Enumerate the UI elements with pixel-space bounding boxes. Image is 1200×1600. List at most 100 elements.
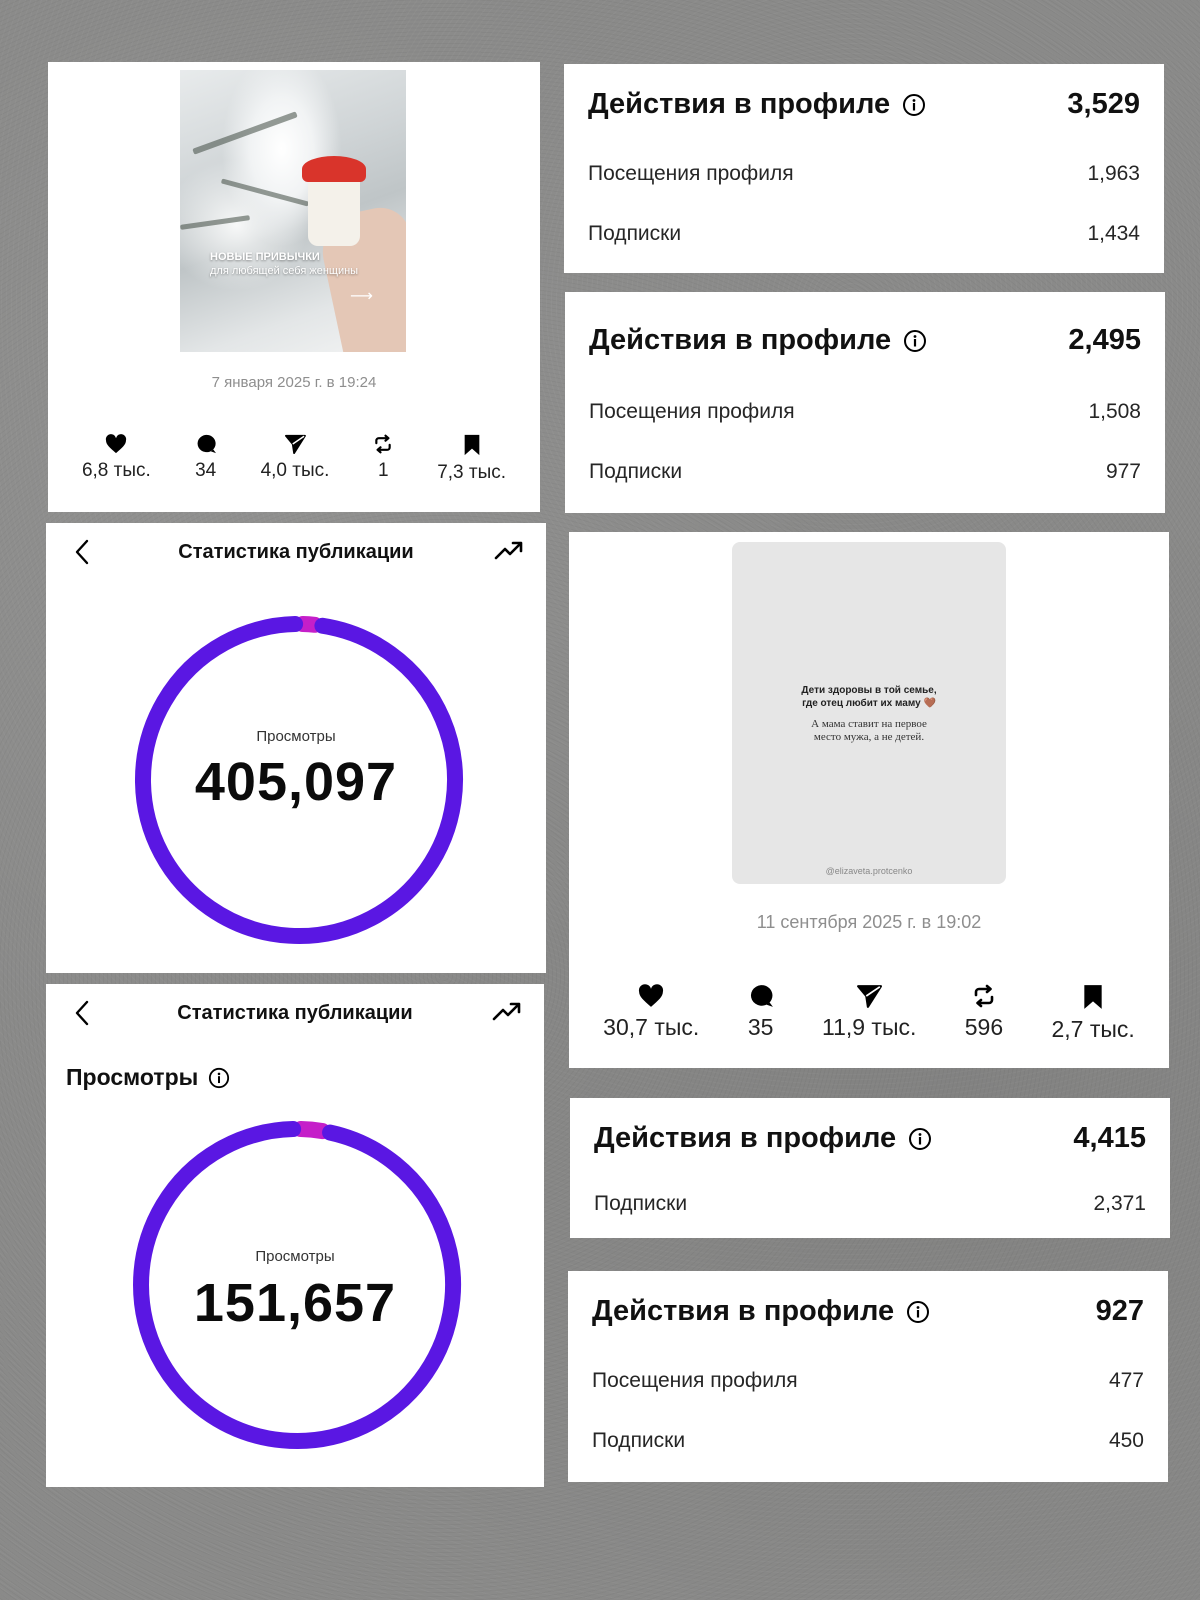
stats-header: Статистика публикации (46, 523, 546, 579)
trending-up-icon[interactable] (492, 1000, 522, 1022)
views-accent-segment (292, 1121, 331, 1140)
stats-title: Статистика публикации (178, 541, 414, 563)
shares-metric[interactable]: 11,9 тыс. (822, 984, 916, 1043)
quote-line-2: где отец любит их маму 🤎 (802, 698, 936, 709)
likes-metric[interactable]: 30,7 тыс. (603, 984, 699, 1043)
profile-actions-total: 3,529 (1067, 88, 1140, 120)
profile-actions-header: Действия в профиле 927 (592, 1295, 1144, 1328)
profile-visits-value: 477 (1108, 1369, 1144, 1392)
post-metrics: 30,7 тыс. 35 11,9 тыс. 596 2,7 тыс. (569, 984, 1169, 1043)
reposts-count: 1 (378, 460, 389, 481)
profile-actions-header: Действия в профиле 4,415 (594, 1122, 1146, 1155)
views-total: 151,657 (193, 1273, 397, 1333)
profile-actions-title-wrap: Действия в профиле (592, 1295, 930, 1328)
follows-row: Подписки 1,434 (588, 222, 1140, 246)
profile-actions-title-wrap: Действия в профиле (589, 324, 927, 357)
repost-icon (375, 434, 392, 454)
profile-actions-total: 927 (1095, 1295, 1144, 1327)
comments-count: 35 (747, 1014, 774, 1040)
profile-visits-label: Посещения профиля (588, 162, 794, 185)
profile-actions-card-1: Действия в профиле 3,529 Посещения профи… (564, 64, 1164, 273)
views-accent-segment (294, 616, 323, 633)
profile-actions-header: Действия в профиле 2,495 (589, 324, 1141, 357)
likes-count: 6,8 тыс. (81, 460, 151, 481)
profile-actions-title: Действия в профиле (592, 1295, 895, 1327)
follows-label: Подписки (592, 1429, 686, 1452)
profile-actions-card-4: Действия в профиле 927 Посещения профиля… (568, 1271, 1168, 1482)
quote-line-1: Дети здоровы в той семье, (801, 685, 937, 696)
shares-metric[interactable]: 4,0 тыс. (261, 434, 329, 484)
follows-value: 2,371 (1093, 1192, 1146, 1215)
post-thumbnail[interactable]: Дети здоровы в той семье, где отец любит… (732, 542, 1006, 884)
bookmark-icon (1084, 985, 1102, 1009)
quote-line-4: место мужа, а не детей. (813, 731, 925, 743)
likes-metric[interactable]: 6,8 тыс. (82, 434, 151, 484)
views-total: 405,097 (194, 752, 398, 812)
comments-metric[interactable]: 34 (195, 434, 217, 484)
reposts-count: 596 (964, 1014, 1004, 1040)
likes-count: 30,7 тыс. (603, 1014, 700, 1040)
send-icon (857, 985, 883, 1008)
trending-up-icon[interactable] (494, 539, 524, 561)
stats-title: Статистика публикации (177, 1002, 413, 1024)
post-card-2: Дети здоровы в той семье, где отец любит… (569, 532, 1169, 1068)
quote-line-3: А мама ставит на первое (811, 718, 927, 730)
profile-visits-label: Посещения профиля (592, 1369, 798, 1392)
profile-visits-value: 1,508 (1088, 400, 1141, 423)
tree-branch (180, 215, 251, 230)
profile-visits-row: Посещения профиля 477 (592, 1369, 1144, 1393)
send-icon (284, 434, 306, 454)
post-date: 11 сентября 2025 г. в 19:02 (756, 912, 982, 932)
profile-visits-row: Посещения профиля 1,963 (588, 162, 1140, 186)
follows-label: Подписки (594, 1192, 688, 1215)
reposts-metric[interactable]: 596 (965, 984, 1003, 1043)
views-section-title-wrap: Просмотры (66, 1064, 230, 1091)
reposts-metric[interactable]: 1 (373, 434, 393, 484)
heart-icon (639, 984, 664, 1007)
coffee-cup-lid (302, 156, 366, 182)
tree-branch (220, 178, 310, 207)
bookmark-icon (464, 434, 479, 456)
follows-label: Подписки (589, 460, 683, 483)
thumbnail-caption: НОВЫЕ ПРИВЫЧКИ для любящей себя женщины (210, 250, 358, 278)
author-handle: @elizaveta.protcenko (825, 866, 913, 876)
views-ring-label: Просмотры (255, 1248, 335, 1265)
profile-actions-title-wrap: Действия в профиле (594, 1122, 932, 1155)
repost-icon (974, 984, 994, 1008)
follows-value: 977 (1105, 460, 1141, 483)
comments-metric[interactable]: 35 (748, 984, 774, 1043)
follows-value: 450 (1108, 1429, 1144, 1452)
views-section-title: Просмотры (66, 1064, 199, 1090)
info-icon[interactable] (902, 93, 926, 117)
post-date: 7 января 2025 г. в 19:24 (211, 374, 377, 391)
profile-visits-label: Посещения профиля (589, 400, 795, 423)
arrow-right-icon: ⟶ (350, 288, 373, 305)
follows-row: Подписки 450 (592, 1429, 1144, 1453)
quote-body: А мама ставит на первое место мужа, а не… (732, 718, 1006, 744)
info-icon[interactable] (208, 1067, 230, 1089)
follows-label: Подписки (588, 222, 682, 245)
post-thumbnail[interactable]: НОВЫЕ ПРИВЫЧКИ для любящей себя женщины … (180, 70, 406, 352)
profile-actions-title: Действия в профиле (594, 1122, 897, 1154)
post-stats-card-2: Статистика публикации Просмотры Просмотр… (46, 984, 544, 1487)
quote-headline: Дети здоровы в той семье, где отец любит… (732, 684, 1006, 710)
post-stats-card-1: Статистика публикации Просмотры 405,097 (46, 523, 546, 973)
info-icon[interactable] (906, 1300, 930, 1324)
saves-metric[interactable]: 2,7 тыс. (1051, 984, 1135, 1043)
post-card-1: НОВЫЕ ПРИВЫЧКИ для любящей себя женщины … (48, 62, 540, 512)
profile-visits-row: Посещения профиля 1,508 (589, 400, 1141, 424)
follows-value: 1,434 (1087, 222, 1140, 245)
saves-count: 7,3 тыс. (437, 462, 507, 483)
follows-row: Подписки 977 (589, 460, 1141, 484)
profile-actions-card-2: Действия в профиле 2,495 Посещения профи… (565, 292, 1165, 513)
profile-actions-total: 4,415 (1073, 1122, 1146, 1154)
stats-header: Статистика публикации (46, 984, 544, 1040)
saves-count: 2,7 тыс. (1051, 1016, 1135, 1042)
heart-icon (106, 434, 127, 454)
info-icon[interactable] (903, 329, 927, 353)
follows-row: Подписки 2,371 (594, 1192, 1146, 1216)
profile-actions-total: 2,495 (1068, 324, 1141, 356)
saves-metric[interactable]: 7,3 тыс. (437, 434, 506, 484)
profile-actions-card-3: Действия в профиле 4,415 Подписки 2,371 (570, 1098, 1170, 1238)
info-icon[interactable] (908, 1127, 932, 1151)
